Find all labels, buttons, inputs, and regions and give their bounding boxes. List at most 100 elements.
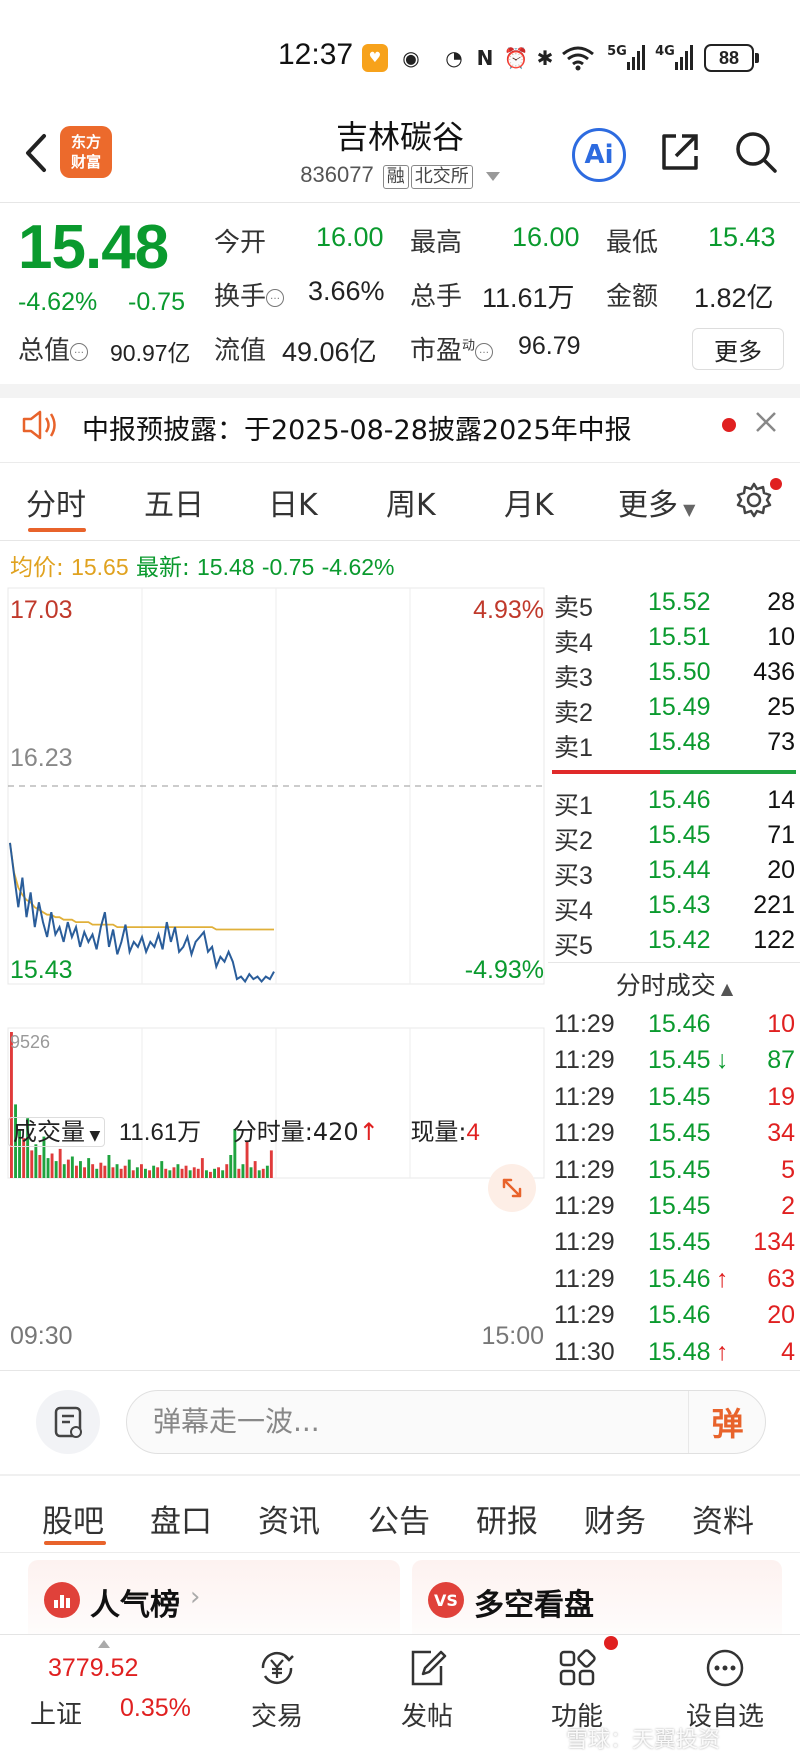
expand-chart-icon[interactable] [488, 1164, 536, 1212]
more-quote-button[interactable]: 更多 [692, 328, 784, 370]
status-bar: 12:37 ♥ ◉ ◔ N ⏰ ✱ 5G 4G 88 [0, 0, 800, 110]
index-name[interactable]: 上证 [30, 1694, 82, 1731]
ob-qty: 71 [767, 821, 795, 849]
ob-level-label: 卖3 [554, 664, 593, 692]
close-icon[interactable] [752, 408, 780, 436]
volume-bar [62, 1164, 66, 1178]
nfc-icon: N [476, 46, 494, 70]
functions-badge-dot [604, 1636, 618, 1650]
tick-price: 15.45 [648, 1228, 711, 1257]
tick-volume: 134 [753, 1228, 795, 1257]
low-value: 15.43 [708, 222, 776, 252]
info-icon[interactable]: … [266, 288, 285, 307]
settings-gear-icon[interactable] [734, 480, 774, 520]
network-4g-label: 4G [655, 44, 675, 59]
ob-qty: 25 [767, 693, 795, 721]
volume-bar [200, 1158, 204, 1178]
notice-text[interactable]: 中报预披露：于2025-08-28披露2025年中报 [82, 408, 632, 447]
open-value: 16.00 [316, 222, 384, 252]
ob-level-label: 买3 [554, 862, 593, 890]
volume-bar [140, 1164, 143, 1178]
tab-monthly-k[interactable]: 月K [504, 480, 554, 524]
tab-announcements[interactable]: 公告 [368, 1496, 430, 1541]
ask-row: 卖1 15.48 73 [552, 728, 797, 763]
alarm-icon: ⏰ [503, 46, 529, 70]
volume-bar [46, 1158, 50, 1178]
volume-bar [209, 1171, 212, 1178]
danmaku-input[interactable]: 弹幕走一波... [126, 1390, 766, 1454]
stock-code: 836077 [300, 162, 374, 187]
bottom-price-label: 15.43 [10, 956, 73, 984]
tab-more-label: 更多 [618, 488, 678, 523]
volume-selector[interactable]: 成交量 ▼ [8, 1117, 106, 1147]
tick-row: 11:29 15.45 134 [552, 1228, 797, 1263]
margin-tag: 融 [382, 165, 409, 189]
nav-add-watchlist[interactable]: 设自选 [670, 1646, 780, 1733]
danmaku-settings-icon[interactable] [36, 1390, 100, 1454]
tab-financials[interactable]: 财务 [584, 1496, 646, 1541]
tab-intraday[interactable]: 分时 [26, 480, 86, 524]
watermark-text: 雪球：天翼投资 [566, 1728, 721, 1753]
volume-bar [75, 1165, 78, 1178]
nav-functions[interactable]: 功能 [522, 1646, 632, 1733]
volume-bar [229, 1155, 233, 1178]
tick-volume: 5 [781, 1155, 795, 1184]
tick-price: 15.48 [648, 1337, 711, 1366]
tick-row: ↑ 11:30 15.48 4 [552, 1338, 797, 1373]
change-amount: -0.75 [128, 288, 185, 316]
info-icon[interactable]: … [70, 342, 89, 361]
info-icon[interactable]: … [475, 342, 494, 361]
tab-research[interactable]: 研报 [476, 1496, 538, 1541]
ai-assistant-icon[interactable]: Ai [572, 128, 626, 182]
volume-bar [221, 1170, 225, 1178]
pe-label: 市盈动… [410, 330, 494, 367]
volume-bar [249, 1167, 253, 1178]
volume-bar [205, 1170, 208, 1178]
volume-label: 总手 [410, 282, 463, 312]
tick-time: 11:29 [554, 1155, 615, 1184]
market-cap-label-text: 总值 [18, 336, 71, 366]
tab-profile[interactable]: 资料 [692, 1496, 754, 1541]
intraday-chart[interactable]: 17.03 4.93% 16.23 15.43 -4.93% 9526 09:3… [0, 582, 548, 1372]
turnover-label-text: 换手 [214, 282, 267, 312]
volume-bar [225, 1164, 229, 1178]
tab-more[interactable]: 更多 ▼ [618, 480, 695, 524]
tick-row: 11:29 15.45 2 [552, 1192, 797, 1227]
nav-trade[interactable]: 交易 [222, 1646, 332, 1733]
ticks-header[interactable]: 分时成交 ▲ [552, 966, 797, 1002]
index-percent[interactable]: 0.35% [120, 1694, 191, 1723]
volume-bar [213, 1168, 216, 1178]
top-pct-label: 4.93% [473, 596, 544, 624]
prev-close-label: 16.23 [10, 744, 73, 772]
volume-bar [160, 1161, 164, 1178]
tick-time: 11:29 [554, 1192, 615, 1220]
tab-forum[interactable]: 股吧 [42, 1496, 104, 1541]
volume-selector-label: 成交量 [13, 1118, 85, 1146]
tab-daily-k[interactable]: 日K [268, 480, 318, 524]
share-icon[interactable] [656, 128, 704, 176]
volume-bar [269, 1150, 273, 1178]
time-start-label: 09:30 [10, 1322, 73, 1350]
tab-weekly-k[interactable]: 周K [386, 480, 436, 524]
tab-five-day[interactable]: 五日 [144, 480, 204, 524]
nav-post[interactable]: 发帖 [372, 1646, 482, 1733]
speaker-icon [20, 408, 60, 442]
header-divider [0, 202, 800, 203]
turnover-label: 换手… [214, 276, 285, 313]
top-price-label: 17.03 [10, 596, 73, 624]
ob-price: 15.44 [648, 856, 711, 884]
tick-price: 15.45 [648, 1119, 711, 1148]
tab-news[interactable]: 资讯 [258, 1496, 320, 1541]
bid-row: 买5 15.42 122 [552, 926, 797, 961]
danmaku-toggle-button[interactable]: 弹 [688, 1391, 766, 1453]
avg-value: 15.65 [71, 554, 129, 580]
tab-order-flow[interactable]: 盘口 [150, 1496, 212, 1541]
index-value[interactable]: 3779.52 [48, 1654, 138, 1683]
ob-qty: 122 [753, 926, 795, 954]
chart-grid [7, 587, 545, 1179]
volume-bar [66, 1159, 70, 1178]
pe-dynamic-sup: 动 [462, 338, 476, 354]
volume-bar [172, 1167, 176, 1178]
search-icon[interactable] [732, 128, 780, 176]
tick-price: 15.45 [648, 1155, 711, 1184]
